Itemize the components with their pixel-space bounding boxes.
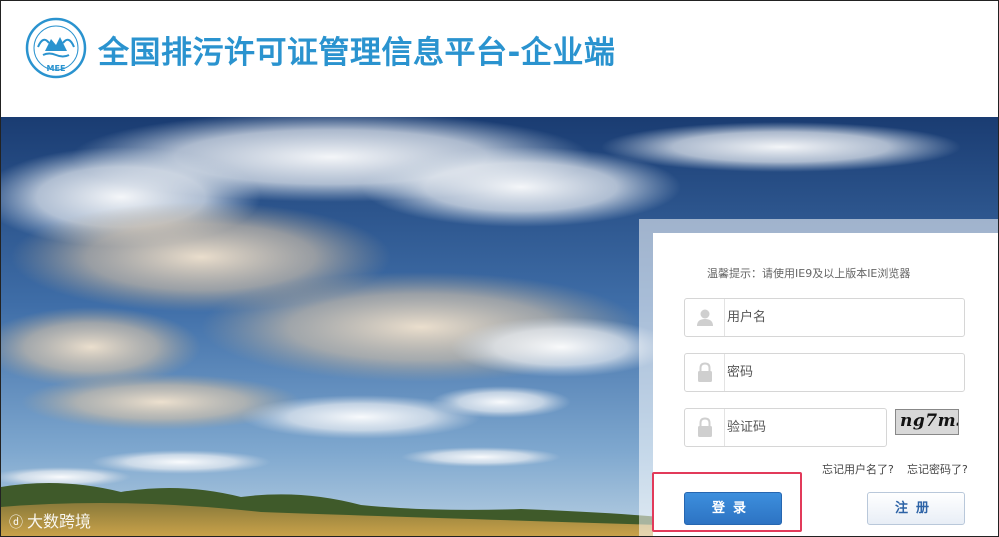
login-button[interactable]: 登录: [684, 492, 782, 525]
mee-logo: MEE: [25, 17, 87, 79]
password-field[interactable]: [684, 353, 965, 392]
captcha-input[interactable]: [727, 409, 880, 446]
username-input[interactable]: [727, 299, 958, 336]
watermark-icon: ⓓ: [9, 515, 23, 531]
forgot-username-link[interactable]: 忘记用户名了?: [822, 461, 894, 477]
page: MEE 全国排污许可证管理信息平台-企业端 ⓓ 大数跨境 温馨提示：请使用IE9…: [0, 0, 999, 537]
site-title: 全国排污许可证管理信息平台-企业端: [98, 35, 616, 71]
lock-icon: [685, 409, 725, 446]
lock-icon: [685, 354, 725, 391]
user-icon: [685, 299, 725, 336]
captcha-image[interactable]: ng7m5: [895, 409, 959, 435]
register-button[interactable]: 注册: [867, 492, 965, 525]
captcha-text: ng7m5: [900, 411, 958, 431]
logo-text: MEE: [47, 64, 66, 73]
password-input[interactable]: [727, 354, 958, 391]
forgot-password-link[interactable]: 忘记密码了?: [907, 461, 968, 477]
header: MEE 全国排污许可证管理信息平台-企业端: [1, 1, 998, 117]
captcha-field[interactable]: [684, 408, 887, 447]
browser-tip: 温馨提示：请使用IE9及以上版本IE浏览器: [707, 267, 911, 280]
username-field[interactable]: [684, 298, 965, 337]
watermark: ⓓ 大数跨境: [9, 508, 91, 532]
watermark-text: 大数跨境: [27, 512, 92, 531]
